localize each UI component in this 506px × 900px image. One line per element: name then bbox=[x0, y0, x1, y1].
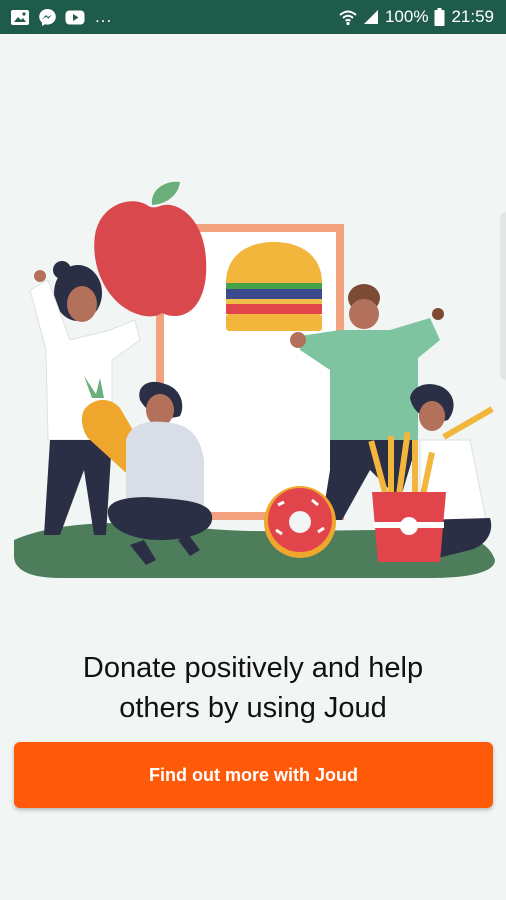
clock: 21:59 bbox=[451, 7, 494, 26]
signal-icon bbox=[363, 9, 379, 25]
find-out-more-button[interactable]: Find out more with Joud bbox=[14, 742, 493, 808]
status-bar: ... 100% 21:59 bbox=[0, 0, 506, 34]
people-donating-food-illustration bbox=[14, 181, 495, 578]
youtube-icon bbox=[65, 10, 85, 25]
edge-panel-handle[interactable] bbox=[500, 212, 506, 380]
messenger-icon bbox=[38, 8, 57, 27]
apple-icon bbox=[94, 181, 207, 317]
notification-area: ... bbox=[10, 0, 112, 34]
burger-icon bbox=[226, 242, 322, 331]
headline-line-2: others by using Joud bbox=[119, 692, 387, 724]
more-notifications-indicator: ... bbox=[95, 7, 113, 26]
gallery-icon bbox=[10, 9, 30, 26]
wifi-icon bbox=[339, 9, 357, 26]
headline-line-1: Donate positively and help bbox=[82, 652, 424, 684]
battery-icon bbox=[434, 8, 445, 26]
donut-icon bbox=[264, 486, 336, 558]
page-title: Donate positively and help others by usi… bbox=[0, 648, 506, 728]
system-status: 100% 21:59 bbox=[339, 0, 494, 34]
battery-percent: 100% bbox=[384, 7, 429, 26]
